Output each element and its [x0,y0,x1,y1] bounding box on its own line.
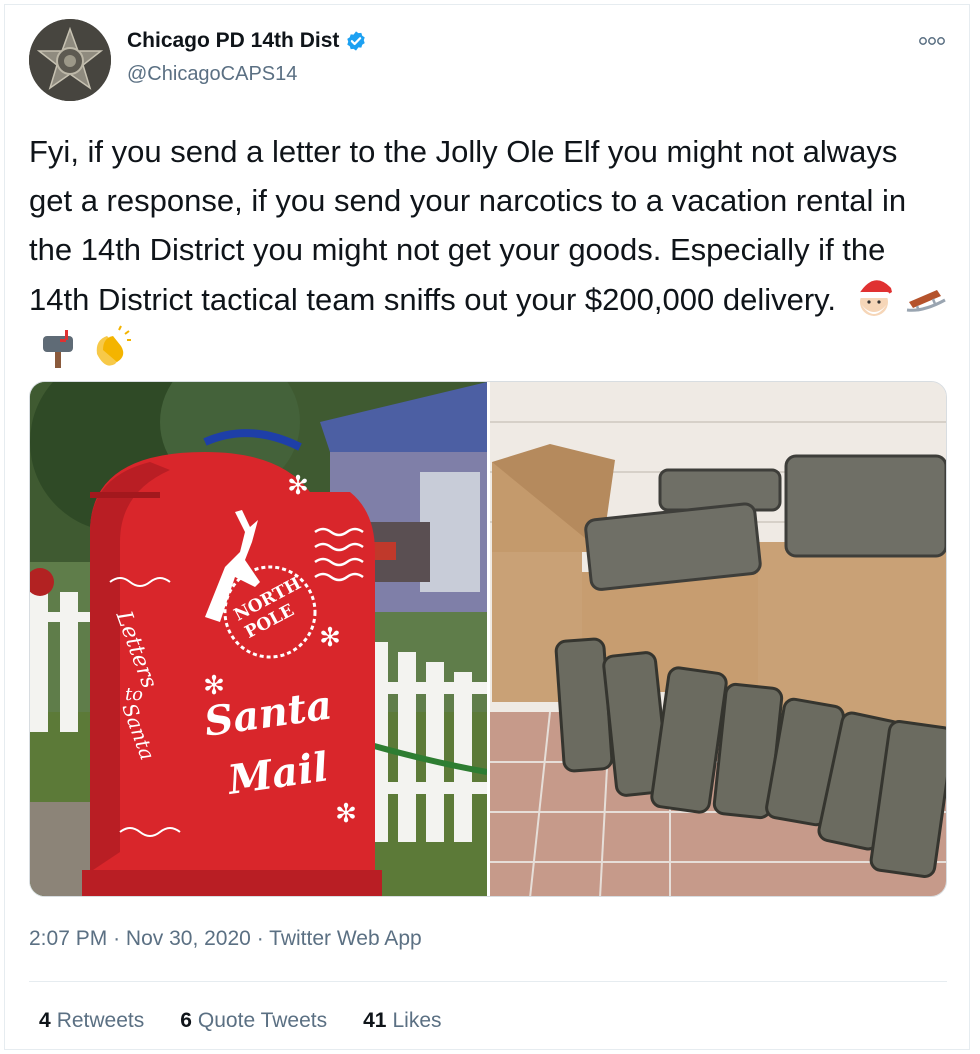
tweet-time[interactable]: 2:07 PM [29,927,107,950]
tweet-card: Chicago PD 14th Dist @ChicagoCAPS14 Fyi,… [4,4,970,1050]
tweet-stats: 4 Retweets 6 Quote Tweets 41 Likes [39,1009,442,1033]
meta-separator: · [113,927,121,950]
tweet-media[interactable]: NORTH POLE ✻ ✻ ✻ ✻ Letters to Santa Sant… [29,381,947,897]
tweet-body: Fyi, if you send a letter to the Jolly O… [29,134,907,317]
mailbox-emoji [43,330,73,368]
svg-text:✻: ✻ [319,623,341,653]
tweet-meta: 2:07 PM · Nov 30, 2020 · Twitter Web App [29,927,422,951]
divider [29,981,947,982]
police-star-icon [29,19,111,101]
seized-packages-photo[interactable] [490,382,947,897]
user-handle[interactable]: @ChicagoCAPS14 [127,63,297,86]
tweet-source[interactable]: Twitter Web App [269,927,422,950]
retweets-label: Retweets [56,1009,145,1032]
meta-separator-2: · [256,927,264,950]
media-photos: NORTH POLE ✻ ✻ ✻ ✻ Letters to Santa Sant… [30,382,947,897]
retweets-count: 4 [39,1009,51,1032]
tweet-date[interactable]: Nov 30, 2020 [126,927,251,950]
more-options-icon[interactable] [917,29,947,53]
likes-label: Likes [392,1009,442,1032]
display-name[interactable]: Chicago PD 14th Dist [127,29,367,53]
svg-text:✻: ✻ [335,799,357,829]
retweets-stat[interactable]: 4 Retweets [39,1009,144,1033]
tweet-text: Fyi, if you send a letter to the Jolly O… [29,127,949,374]
avatar[interactable] [29,19,111,101]
sled-emoji [906,290,946,312]
likes-count: 41 [363,1009,387,1032]
likes-stat[interactable]: 41 Likes [363,1009,441,1033]
clapping-hands-emoji [96,325,131,366]
santa-mailbox-photo[interactable]: NORTH POLE ✻ ✻ ✻ ✻ Letters to Santa Sant… [30,382,488,897]
display-name-text[interactable]: Chicago PD 14th Dist [127,29,339,53]
santa-emoji [857,280,897,316]
verified-badge-icon [347,31,366,51]
quotes-label: Quote Tweets [197,1009,328,1032]
quote-tweets-stat[interactable]: 6 Quote Tweets [180,1009,327,1033]
quotes-count: 6 [180,1009,192,1032]
svg-text:✻: ✻ [287,471,309,501]
